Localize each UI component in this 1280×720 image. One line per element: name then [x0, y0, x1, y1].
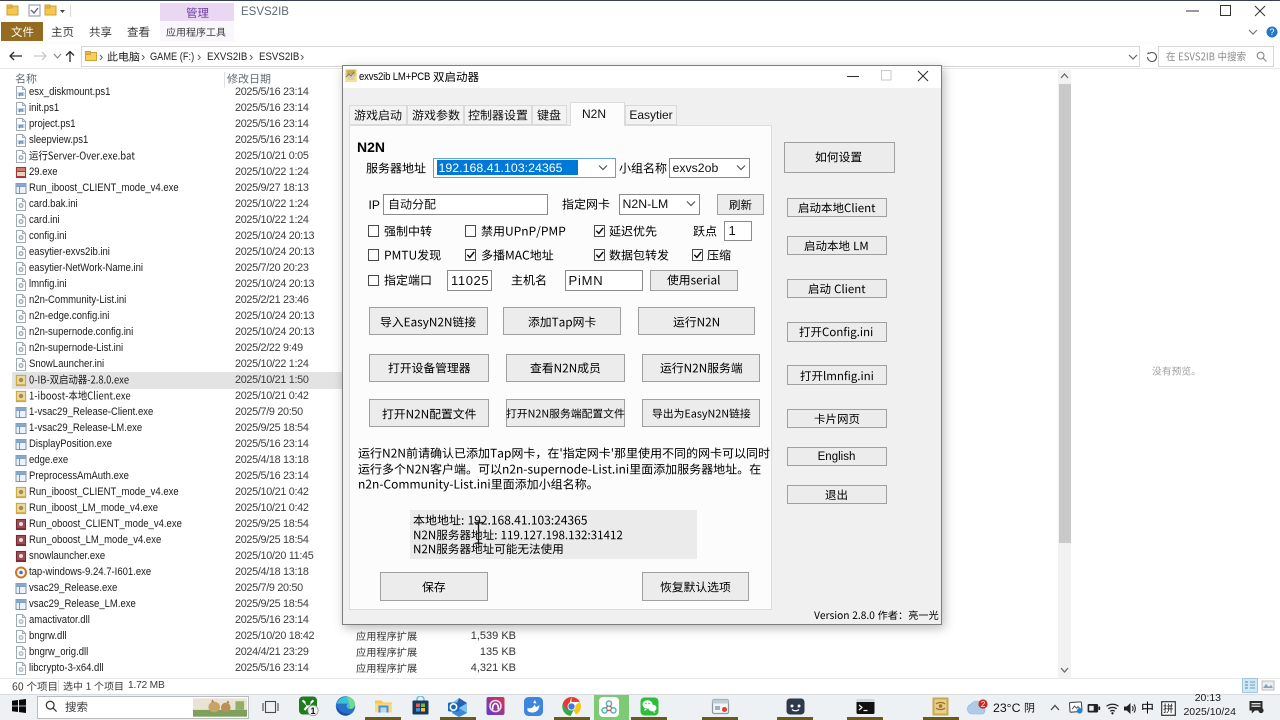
svg-text:1: 1 — [310, 706, 315, 716]
svg-text:ps: ps — [19, 91, 23, 96]
svg-text:?: ? — [1269, 27, 1274, 37]
svg-text:ps: ps — [19, 139, 23, 144]
svg-text:ps: ps — [19, 123, 23, 128]
svg-text:2: 2 — [981, 700, 985, 709]
svg-text:ps: ps — [19, 107, 23, 112]
